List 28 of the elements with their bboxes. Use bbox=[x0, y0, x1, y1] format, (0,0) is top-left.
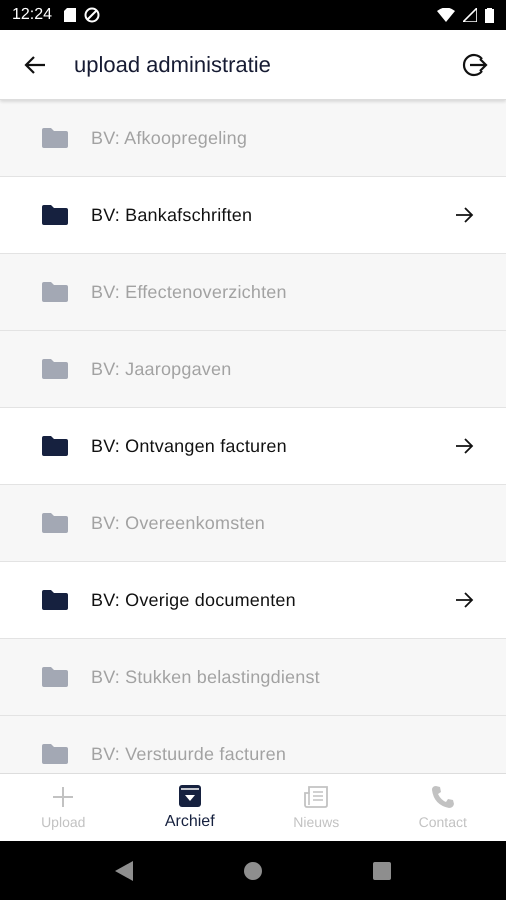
arrow-right-icon bbox=[456, 207, 474, 223]
recents-nav-icon[interactable] bbox=[372, 862, 391, 880]
home-nav-icon[interactable] bbox=[244, 862, 262, 880]
folder-icon bbox=[42, 744, 68, 764]
folder-icon bbox=[42, 128, 68, 148]
battery-icon bbox=[485, 7, 494, 23]
newspaper-icon bbox=[303, 785, 330, 809]
back-nav-icon[interactable] bbox=[115, 860, 134, 880]
folder-icon bbox=[42, 205, 68, 225]
folder-icon bbox=[42, 590, 68, 610]
plus-icon bbox=[51, 785, 76, 809]
folder-icon bbox=[42, 436, 68, 456]
logout-icon bbox=[462, 52, 488, 78]
folder-icon bbox=[42, 359, 68, 379]
clock: 12:24 bbox=[12, 6, 52, 24]
archive-icon bbox=[178, 784, 202, 808]
folder-icon bbox=[42, 667, 68, 687]
arrow-left-icon bbox=[24, 56, 46, 74]
data-saver-icon bbox=[84, 7, 100, 23]
sd-card-icon bbox=[64, 8, 76, 22]
screen-title: upload administratie bbox=[74, 52, 272, 78]
folder-icon bbox=[42, 513, 68, 533]
phone-icon bbox=[430, 785, 455, 809]
signal-icon bbox=[463, 8, 477, 22]
folder-icon bbox=[42, 282, 68, 302]
arrow-right-icon bbox=[456, 438, 474, 454]
arrow-right-icon bbox=[456, 592, 474, 608]
wifi-icon bbox=[437, 8, 455, 22]
